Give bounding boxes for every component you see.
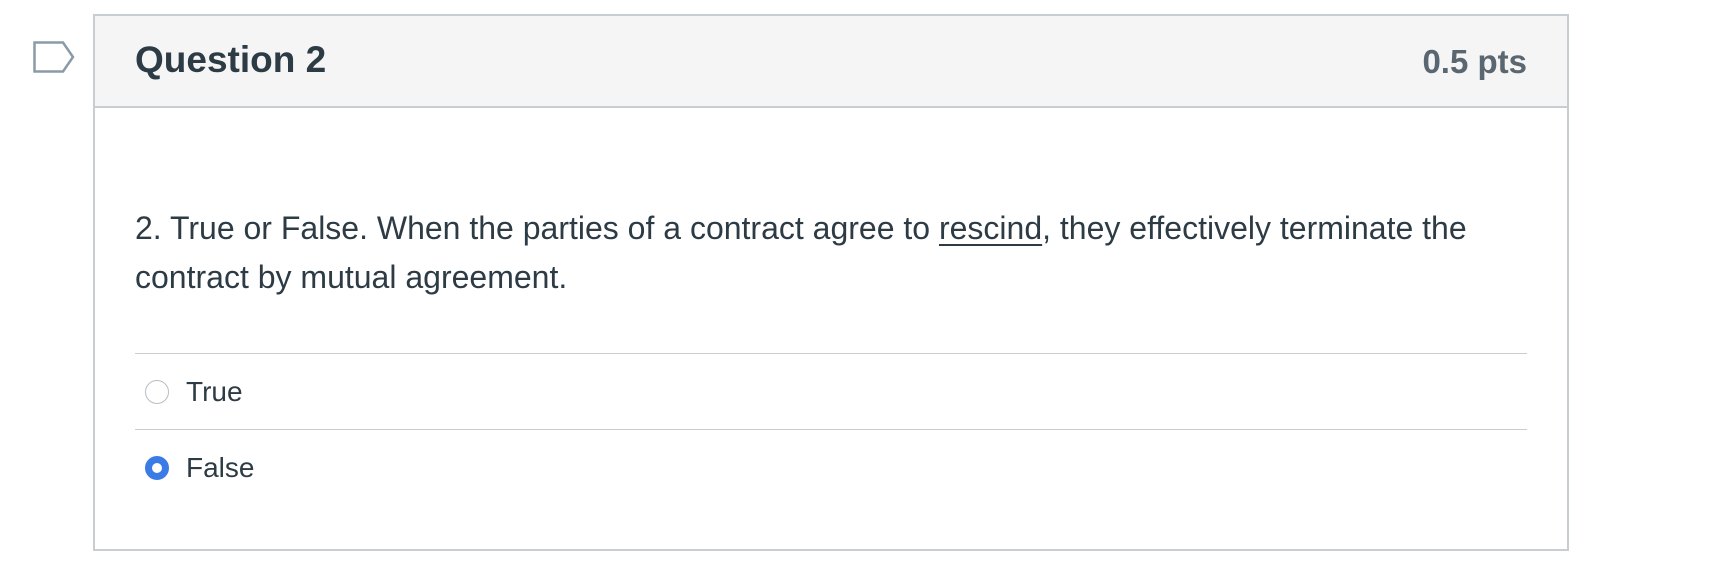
answer-label-false: False bbox=[186, 451, 255, 483]
bookmark-flag-icon bbox=[33, 41, 75, 73]
flag-question-icon[interactable] bbox=[33, 41, 75, 77]
question-text-underlined: rescind bbox=[938, 210, 1043, 246]
answer-false[interactable]: False bbox=[135, 429, 1527, 505]
radio-true[interactable] bbox=[145, 379, 169, 404]
question-body: 2. True or False. When the parties of a … bbox=[135, 108, 1527, 549]
question-card: Question 2 0.5 pts 2. True or False. Whe… bbox=[93, 14, 1569, 551]
question-text-before: 2. True or False. When the parties of a … bbox=[135, 210, 939, 246]
question-header: Question 2 0.5 pts bbox=[95, 16, 1567, 108]
question-points: 0.5 pts bbox=[1422, 43, 1527, 80]
question-text: 2. True or False. When the parties of a … bbox=[135, 204, 1515, 302]
answer-list: True False bbox=[135, 353, 1527, 505]
answer-true[interactable]: True bbox=[135, 353, 1527, 429]
radio-false[interactable] bbox=[145, 455, 169, 480]
answer-label-true: True bbox=[186, 375, 243, 407]
question-title: Question 2 bbox=[135, 39, 327, 80]
